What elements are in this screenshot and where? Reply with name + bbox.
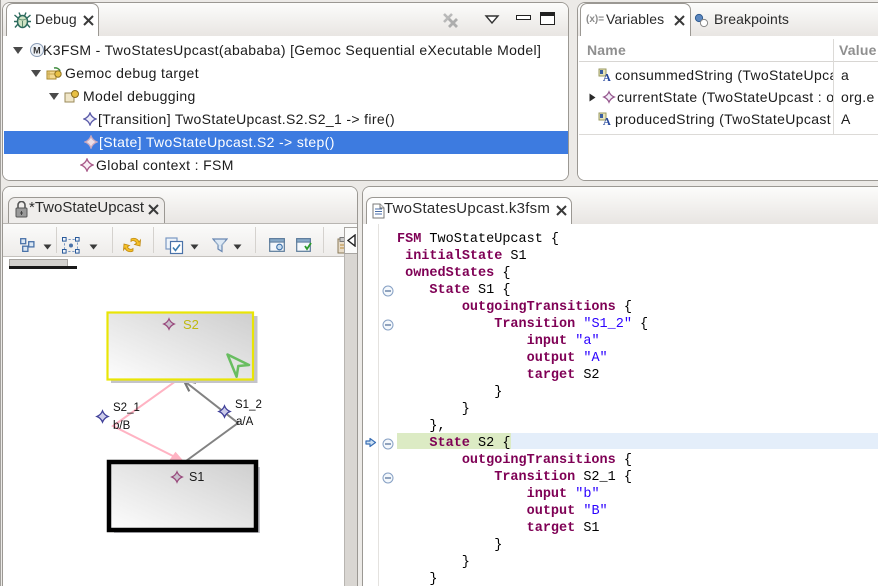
svg-text:a/A: a/A <box>236 416 254 428</box>
svg-text:A: A <box>603 72 611 83</box>
svg-text:S2_1: S2_1 <box>113 402 140 414</box>
svg-text:b/B: b/B <box>113 420 131 432</box>
svg-text:S1_2: S1_2 <box>235 399 262 411</box>
svg-text:S1: S1 <box>189 470 204 484</box>
svg-text:S2: S2 <box>183 317 199 332</box>
svg-text:M: M <box>33 46 41 56</box>
svg-text:A: A <box>603 116 611 127</box>
